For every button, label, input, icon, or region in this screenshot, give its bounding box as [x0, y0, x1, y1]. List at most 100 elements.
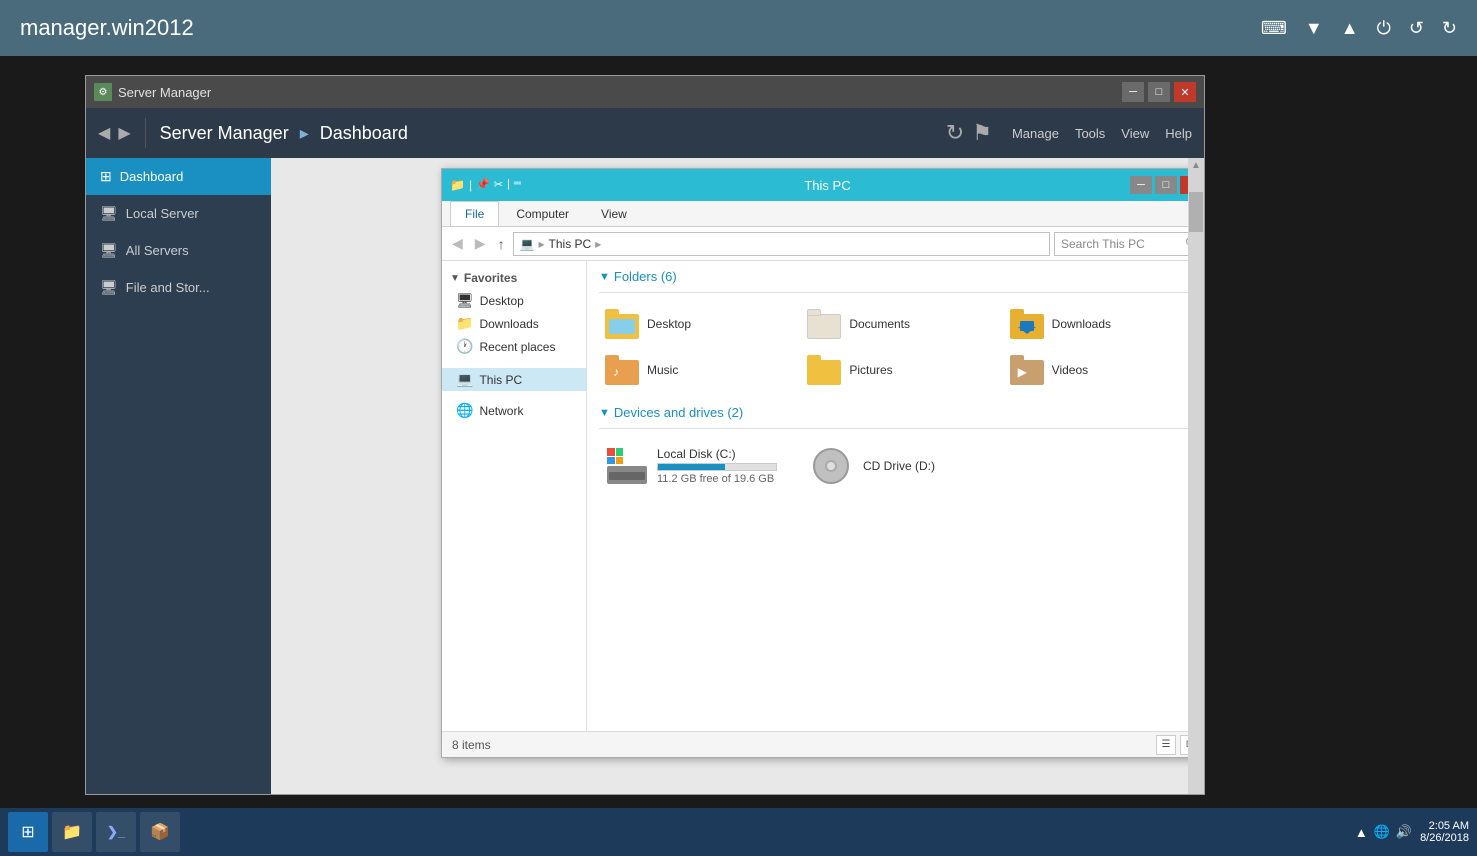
- drive-d[interactable]: CD Drive (D:): [805, 441, 943, 491]
- folder-desktop[interactable]: Desktop: [599, 305, 793, 343]
- view-menu[interactable]: View: [1121, 126, 1149, 141]
- search-box[interactable]: Search This PC 🔍: [1054, 232, 1188, 256]
- folder-downloads[interactable]: Downloads: [1004, 305, 1188, 343]
- explorer-content: ▼ Folders (6): [587, 261, 1188, 731]
- exp-close-button[interactable]: ✕: [1180, 176, 1188, 194]
- downloads-label: Downloads: [1052, 317, 1111, 331]
- exp-undo-icon[interactable]: ═: [514, 178, 521, 192]
- titlebar-left: ⚙ Server Manager: [94, 83, 211, 101]
- nav-network-label: Network: [479, 404, 523, 418]
- sidebar-item-local-server[interactable]: 🖥 Local Server: [86, 195, 271, 232]
- sidebar-local-server-label: Local Server: [126, 206, 199, 221]
- exp-scissors-icon[interactable]: ✂: [494, 178, 503, 192]
- exp-quick-folder-icon[interactable]: 📁: [450, 178, 465, 192]
- videos-folder-icon: ▶: [1010, 355, 1044, 385]
- folders-section-header[interactable]: ▼ Folders (6): [599, 269, 1188, 284]
- scroll-thumb[interactable]: [1189, 192, 1203, 232]
- sidebar-item-dashboard[interactable]: ⊞ Dashboard: [86, 158, 271, 195]
- this-pc-nav-icon: 💻: [456, 371, 473, 388]
- sidebar-dashboard-label: Dashboard: [120, 169, 184, 184]
- upload-icon[interactable]: ▲: [1341, 18, 1359, 39]
- nav-network[interactable]: 🌐 Network: [442, 399, 586, 422]
- drives-container: Local Disk (C:) 11.2 GB free of 19.6 GB: [599, 441, 1188, 491]
- drive-c[interactable]: Local Disk (C:) 11.2 GB free of 19.6 GB: [599, 441, 785, 491]
- tab-file[interactable]: File: [450, 201, 499, 226]
- local-disk-bar: [658, 464, 725, 470]
- explorer-window: 📁 | 📌 ✂ | ═ This PC ─ □ ✕: [441, 168, 1188, 758]
- drives-divider: [599, 428, 1188, 429]
- sm-scrollbar[interactable]: ▲: [1188, 158, 1204, 794]
- dashboard-icon: ⊞: [100, 168, 112, 185]
- favorites-header[interactable]: ▼ Favorites: [442, 267, 586, 289]
- refresh-icon[interactable]: ↻: [1442, 18, 1457, 39]
- manage-menu[interactable]: Manage: [1012, 126, 1059, 141]
- breadcrumb-separator: ▸: [300, 123, 309, 143]
- exp-minimize-button[interactable]: ─: [1130, 176, 1152, 194]
- refresh-alt-icon[interactable]: ↺: [1409, 18, 1424, 39]
- keyboard-icon[interactable]: ⌨: [1261, 18, 1287, 39]
- details-view-icon[interactable]: ☰: [1156, 735, 1176, 755]
- search-icon: 🔍: [1185, 237, 1188, 250]
- sm-app-icon: ⚙: [94, 83, 112, 101]
- cd-drive-icon: [813, 448, 853, 484]
- sidebar-item-file-storage[interactable]: 🖥 File and Stor...: [86, 269, 271, 306]
- tools-menu[interactable]: Tools: [1075, 126, 1105, 141]
- desktop-folder-icon: [605, 309, 639, 339]
- exp-forward-button[interactable]: ▶: [471, 233, 490, 254]
- start-button[interactable]: ⊞: [8, 812, 48, 852]
- exp-back-button[interactable]: ◀: [448, 233, 467, 254]
- nav-downloads-label: Downloads: [479, 317, 538, 331]
- nav-recent-places[interactable]: 🕐 Recent places: [442, 335, 586, 358]
- large-icons-view-icon[interactable]: ⊞: [1180, 735, 1188, 755]
- tab-view[interactable]: View: [586, 201, 642, 226]
- sound-tray-icon: 🔊: [1396, 824, 1412, 840]
- local-disk-info: Local Disk (C:) 11.2 GB free of 19.6 GB: [657, 447, 777, 485]
- folder-documents[interactable]: Documents: [801, 305, 995, 343]
- file-explorer-taskbar-button[interactable]: 📁: [52, 812, 92, 852]
- nav-downloads[interactable]: 📁 Downloads: [442, 312, 586, 335]
- explorer-title: This PC: [525, 178, 1130, 193]
- videos-label: Videos: [1052, 363, 1088, 377]
- power-icon[interactable]: ⏻: [1377, 18, 1391, 39]
- explorer-navbar: ◀ ▶ ↑ 💻 ▸ This PC ▸ Search This PC 🔍: [442, 227, 1188, 261]
- help-menu[interactable]: Help: [1165, 126, 1192, 141]
- dropdown-icon[interactable]: ▼: [1305, 18, 1323, 39]
- clock-time: 2:05 AM: [1420, 820, 1469, 832]
- sidebar-item-all-servers[interactable]: 🖥 All Servers: [86, 232, 271, 269]
- nav-this-pc[interactable]: 💻 This PC: [442, 368, 586, 391]
- documents-label: Documents: [849, 317, 910, 331]
- exp-pin-icon[interactable]: 📌: [476, 178, 490, 192]
- sm-titlebar-title: Server Manager: [118, 85, 211, 100]
- local-disk-label: Local Disk (C:): [657, 447, 777, 461]
- server-manager-titlebar: ⚙ Server Manager ─ □ ✕: [86, 76, 1204, 108]
- music-label: Music: [647, 363, 678, 377]
- drives-section-header[interactable]: ▼ Devices and drives (2): [599, 405, 1188, 420]
- exp-maximize-button[interactable]: □: [1155, 176, 1177, 194]
- exp-up-button[interactable]: ↑: [494, 234, 509, 254]
- sm-minimize-button[interactable]: ─: [1122, 82, 1144, 102]
- tray-arrow[interactable]: ▲: [1355, 825, 1368, 840]
- folder-music[interactable]: ♪ Music: [599, 351, 793, 389]
- back-button[interactable]: ◀: [98, 123, 110, 143]
- sm-main: BPA results 8/26/2018 2:04 AM Hide 📁 | 📌: [271, 158, 1188, 794]
- taskbar-clock[interactable]: 2:05 AM 8/26/2018: [1420, 820, 1469, 844]
- sm-close-button[interactable]: ✕: [1174, 82, 1196, 102]
- nav-desktop[interactable]: 🖥 Desktop: [442, 289, 586, 312]
- powershell-taskbar-button[interactable]: ❯_: [96, 812, 136, 852]
- scroll-up-button[interactable]: ▲: [1189, 158, 1203, 172]
- folder-pictures[interactable]: Pictures: [801, 351, 995, 389]
- server-manager-taskbar-button[interactable]: 📦: [140, 812, 180, 852]
- address-bar[interactable]: 💻 ▸ This PC ▸: [513, 232, 1050, 256]
- refresh-sm-icon[interactable]: ↻: [946, 120, 964, 146]
- folders-arrow: ▼: [599, 271, 610, 283]
- tab-computer[interactable]: Computer: [501, 201, 584, 226]
- sm-maximize-button[interactable]: □: [1148, 82, 1170, 102]
- folder-videos[interactable]: ▶ Videos: [1004, 351, 1188, 389]
- breadcrumb-page: Dashboard: [320, 123, 408, 143]
- desktop-label: Desktop: [647, 317, 691, 331]
- sm-sidebar: ⊞ Dashboard 🖥 Local Server 🖥 All Servers…: [86, 158, 271, 794]
- address-path-icon: 💻: [520, 237, 535, 251]
- taskbar: ⊞ 📁 ❯_ 📦 ▲ 🌐 🔊 2:05 AM 8/26/2018: [0, 808, 1477, 856]
- forward-button[interactable]: ▶: [118, 123, 130, 143]
- ribbon-tabs: File Computer View: [442, 201, 1188, 226]
